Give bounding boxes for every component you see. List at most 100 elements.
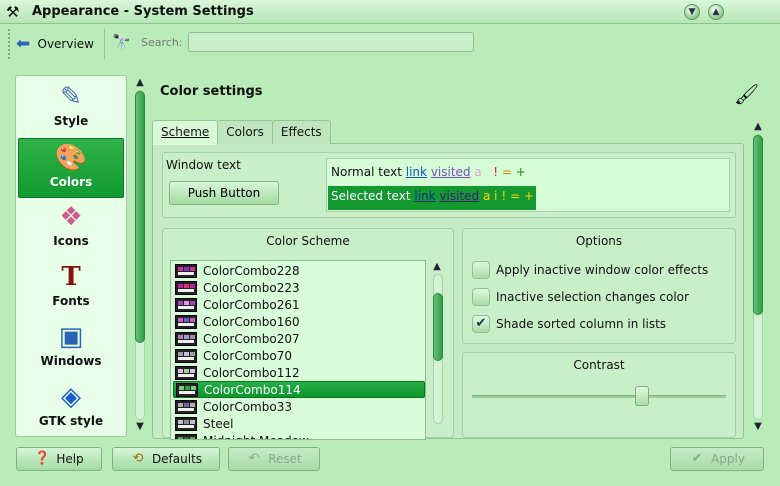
checkbox[interactable] [472, 261, 490, 279]
negative-text: ! [501, 189, 507, 203]
sidebar-scrollbar[interactable]: ▲ ▼ [133, 76, 147, 436]
sidebar-scroll-track[interactable] [135, 90, 145, 420]
scheme-list-item[interactable]: Steel [173, 415, 425, 432]
checkbox[interactable] [472, 288, 490, 306]
scroll-up-icon[interactable]: ▲ [751, 120, 765, 134]
normal-text-row: Normal text link visited a ! = + [331, 165, 526, 179]
defaults-icon: ⟲ [132, 451, 144, 466]
option-label: Inactive selection changes color [496, 290, 689, 304]
windows-icon: ▣ [58, 322, 84, 352]
scheme-list-item[interactable]: ColorCombo223 [173, 279, 425, 296]
button-label: Reset [268, 452, 302, 466]
scheme-name: ColorCombo261 [203, 297, 300, 312]
scheme-preview-icon [175, 433, 197, 439]
sidebar-item-label: Colors [49, 175, 93, 189]
sidebar-item-style[interactable]: ✎ Style [18, 78, 124, 138]
scheme-name: Midnight Meadow [203, 434, 309, 440]
scheme-list-item[interactable]: ColorCombo70 [173, 347, 425, 364]
neutral-text: = [501, 165, 512, 179]
sidebar-item-gtk-style[interactable]: ◈ GTK style [18, 378, 124, 436]
scheme-list-item[interactable]: ColorCombo160 [173, 313, 425, 330]
scroll-up-icon[interactable]: ▲ [133, 76, 147, 90]
sidebar-item-fonts[interactable]: T Fonts [18, 258, 124, 318]
push-button[interactable]: Push Button [169, 181, 279, 205]
scheme-name: ColorCombo207 [203, 331, 300, 346]
paint-icon: 🖌 [734, 82, 760, 106]
scheme-preview-icon [175, 263, 197, 278]
tab-effects[interactable]: Effects [271, 120, 331, 144]
check-icon: ✔ [691, 451, 703, 466]
window-title: Appearance - System Settings [32, 4, 254, 19]
contrast-slider-track[interactable] [472, 395, 726, 398]
tab-scheme[interactable]: Scheme [152, 120, 219, 145]
scroll-down-icon[interactable]: ▼ [133, 420, 147, 434]
scheme-scroll-track[interactable] [433, 274, 443, 424]
link-text: link [414, 189, 436, 203]
scheme-preview-icon [175, 331, 197, 346]
option-apply-inactive[interactable]: Apply inactive window color effects [472, 261, 708, 279]
scheme-list-item[interactable]: ColorCombo114 [173, 381, 425, 398]
scheme-preview-icon [175, 314, 197, 329]
scheme-name: ColorCombo160 [203, 314, 300, 329]
overview-label: Overview [37, 37, 95, 51]
arrow-left-icon: ⬅ [16, 34, 31, 54]
scheme-list-item[interactable]: ColorCombo33 [173, 398, 425, 415]
option-inactive-selection[interactable]: Inactive selection changes color [472, 288, 689, 306]
scheme-name: ColorCombo223 [203, 280, 300, 295]
scheme-list[interactable]: ColorCombo228 ColorCombo223 ColorCombo261 C… [170, 260, 426, 440]
scheme-name: ColorCombo70 [203, 348, 292, 363]
main-scrollbar[interactable]: ▲ ▼ [751, 120, 765, 438]
selected-text-row: Selected text link visited a i ! = + [328, 186, 536, 210]
scheme-list-scrollbar[interactable]: ▲ [430, 260, 446, 440]
checkbox-checked[interactable]: ✔ [472, 315, 490, 333]
active-text: a [474, 165, 482, 179]
scheme-preview-icon [175, 348, 197, 363]
reset-button[interactable]: ↶ Reset [228, 447, 320, 471]
button-label: Apply [711, 452, 745, 466]
help-button[interactable]: ❓ Help [16, 447, 102, 471]
sidebar-item-label: Windows [40, 354, 102, 368]
sidebar-item-icons[interactable]: ❖ Icons [18, 198, 124, 258]
option-shade-sorted[interactable]: ✔ Shade sorted column in lists [472, 315, 666, 333]
scheme-name: ColorCombo33 [203, 399, 292, 414]
group-title: Options [575, 234, 623, 248]
scroll-down-icon[interactable]: ▼ [751, 420, 765, 434]
neutral-text: = [509, 189, 521, 203]
scheme-preview-icon [176, 382, 198, 397]
scheme-name: ColorCombo228 [203, 263, 300, 278]
scheme-list-item[interactable]: Midnight Meadow [173, 432, 425, 440]
window-text-label: Window text [166, 158, 241, 172]
sidebar-scroll-thumb[interactable] [135, 91, 145, 343]
tab-colors[interactable]: Colors [217, 120, 273, 144]
search-input[interactable] [188, 32, 474, 52]
scheme-list-item[interactable]: ColorCombo207 [173, 330, 425, 347]
chevron-down-icon[interactable]: ▼ [684, 4, 700, 20]
link-text: link [405, 165, 427, 179]
sidebar-item-colors[interactable]: 🎨 Colors [18, 138, 124, 198]
chevron-up-icon[interactable]: ▲ [708, 4, 724, 20]
fonts-icon: T [61, 262, 81, 292]
toolbar-handle[interactable] [8, 29, 10, 59]
sidebar-item-label: Style [53, 114, 89, 128]
defaults-button[interactable]: ⟲ Defaults [112, 447, 220, 471]
style-icon: ✎ [60, 82, 82, 112]
inactive-text: i [494, 189, 498, 203]
scheme-preview-icon [175, 280, 197, 295]
visited-text: visited [430, 165, 471, 179]
icons-icon: ❖ [59, 202, 83, 232]
scroll-up-icon[interactable]: ▲ [430, 260, 444, 274]
option-label: Apply inactive window color effects [496, 263, 709, 277]
sidebar-item-windows[interactable]: ▣ Windows [18, 318, 124, 378]
scheme-name: ColorCombo112 [203, 365, 300, 380]
main-scroll-track[interactable] [753, 134, 763, 420]
scheme-list-item[interactable]: ColorCombo228 [173, 262, 425, 279]
scheme-scroll-thumb[interactable] [433, 293, 443, 361]
contrast-slider-handle[interactable] [635, 386, 650, 406]
apply-button[interactable]: ✔ Apply [670, 447, 764, 471]
group-title: Color Scheme [266, 234, 350, 248]
search-label: Search: [141, 36, 183, 49]
main-scroll-thumb[interactable] [753, 135, 763, 315]
overview-button[interactable]: ⬅ Overview [16, 33, 94, 55]
scheme-list-item[interactable]: ColorCombo112 [173, 364, 425, 381]
scheme-list-item[interactable]: ColorCombo261 [173, 296, 425, 313]
